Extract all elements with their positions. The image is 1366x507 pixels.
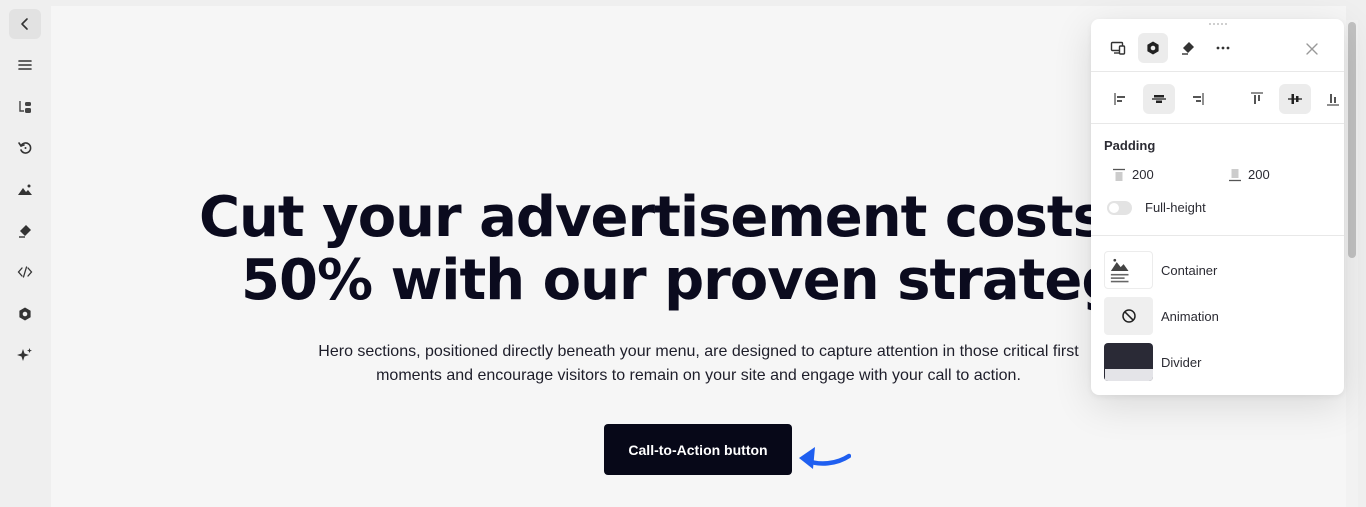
eraser-brush-icon: [1182, 42, 1194, 55]
style-button[interactable]: [9, 216, 41, 246]
layers-button[interactable]: [9, 92, 41, 122]
tab-settings[interactable]: [1138, 33, 1168, 63]
panel-tabs: [1103, 33, 1238, 63]
ai-button[interactable]: [9, 340, 41, 370]
media-button[interactable]: [9, 175, 41, 205]
padding-title: Padding: [1104, 138, 1156, 153]
chevron-left-icon: [21, 18, 28, 30]
align-center-button[interactable]: [1143, 84, 1175, 114]
padding-top-field[interactable]: 200: [1112, 167, 1154, 182]
animation-thumbnail: [1104, 297, 1153, 335]
divider: [1091, 71, 1344, 72]
eraser-brush-icon: [19, 225, 31, 238]
call-to-action-button[interactable]: Call-to-Action button: [604, 424, 792, 475]
divider-shape-icon: [1104, 369, 1153, 381]
menu-button[interactable]: [9, 50, 41, 80]
responsive-devices-icon: [1110, 41, 1126, 55]
align-left-icon: [1114, 93, 1125, 105]
section-settings-panel: Padding 200 200 Full-height Container An…: [1091, 19, 1344, 395]
hexagon-gear-icon: [1147, 41, 1159, 55]
full-height-row: Full-height: [1107, 200, 1206, 215]
close-icon: [1306, 43, 1318, 55]
container-thumbnail: [1104, 251, 1153, 289]
prohibited-icon: [1121, 309, 1136, 323]
align-middle-icon: [1288, 94, 1302, 104]
back-button[interactable]: [9, 9, 41, 39]
full-height-toggle[interactable]: [1107, 200, 1132, 215]
layers-tree-icon: [19, 101, 31, 113]
align-top-button[interactable]: [1241, 84, 1273, 114]
padding-bottom-field[interactable]: 200: [1228, 167, 1270, 182]
property-divider[interactable]: Divider: [1104, 343, 1201, 381]
align-right-icon: [1193, 93, 1204, 105]
padding-top-value: 200: [1132, 167, 1154, 182]
divider-label: Divider: [1161, 354, 1202, 370]
undo-history-icon: [18, 142, 32, 154]
scrollbar-thumb[interactable]: [1348, 22, 1356, 258]
close-panel-button[interactable]: [1301, 38, 1323, 60]
more-dots-icon: [1216, 46, 1230, 50]
divider: [1091, 235, 1344, 236]
animation-label: Animation: [1161, 308, 1219, 324]
divider-thumbnail: [1104, 343, 1153, 381]
property-container[interactable]: Container: [1104, 251, 1217, 289]
divider: [1091, 123, 1344, 124]
history-button[interactable]: [9, 133, 41, 163]
tab-responsive[interactable]: [1103, 33, 1133, 63]
full-height-label: Full-height: [1145, 200, 1206, 215]
padding-top-icon: [1113, 168, 1125, 181]
align-top-icon: [1251, 92, 1263, 104]
padding-bottom-icon: [1229, 168, 1241, 181]
code-button[interactable]: [9, 257, 41, 287]
hexagon-gear-icon: [19, 307, 31, 321]
alignment-controls: [1105, 84, 1355, 114]
pointer-arrow-icon: [799, 447, 851, 469]
hamburger-menu-icon: [18, 60, 32, 70]
container-label: Container: [1161, 262, 1218, 278]
left-toolbar: [0, 0, 51, 507]
padding-bottom-value: 200: [1248, 167, 1270, 182]
code-brackets-icon: [17, 266, 33, 278]
align-center-icon: [1152, 95, 1166, 103]
property-animation[interactable]: Animation: [1104, 297, 1219, 335]
image-mountain-icon: [18, 184, 32, 195]
align-middle-button[interactable]: [1279, 84, 1311, 114]
align-bottom-icon: [1327, 94, 1339, 106]
align-bottom-button[interactable]: [1317, 84, 1349, 114]
tab-more[interactable]: [1208, 33, 1238, 63]
hero-subtitle[interactable]: Hero sections, positioned directly benea…: [291, 340, 1106, 388]
align-right-button[interactable]: [1181, 84, 1213, 114]
panel-drag-handle[interactable]: [1209, 23, 1227, 27]
tab-style[interactable]: [1173, 33, 1203, 63]
settings-button[interactable]: [9, 299, 41, 329]
image-mountain-icon: [1110, 258, 1129, 283]
sparkle-icon: [17, 348, 32, 361]
align-left-button[interactable]: [1105, 84, 1137, 114]
